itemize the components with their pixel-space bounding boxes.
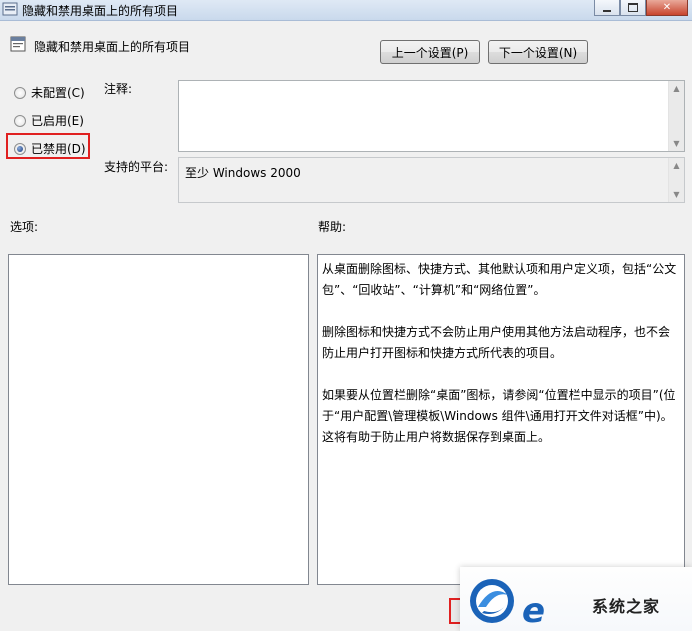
title-bar[interactable]: 隐藏和禁用桌面上的所有项目: [0, 0, 692, 21]
platform-scrollbar[interactable]: ▲ ▼: [668, 158, 684, 202]
scroll-down-arrow-icon[interactable]: ▼: [669, 136, 684, 151]
options-panel: [8, 254, 309, 585]
scroll-up-arrow-icon[interactable]: ▲: [669, 81, 684, 96]
watermark-logo: e 系统之家: [460, 567, 692, 631]
watermark-logo-icon: [470, 579, 514, 623]
help-panel: 从桌面删除图标、快捷方式、其他默认项和用户定义项，包括“公文包”、“回收站”、“…: [317, 254, 685, 585]
help-paragraph: 删除图标和快捷方式不会防止用户使用其他方法启动程序，也不会防止用户打开图标和快捷…: [322, 325, 671, 360]
comment-scrollbar[interactable]: ▲ ▼: [668, 81, 684, 151]
scroll-down-arrow-icon[interactable]: ▼: [669, 187, 684, 202]
platform-label: 支持的平台:: [104, 160, 169, 174]
comment-label: 注释:: [104, 82, 133, 96]
disabled-option-highlight: [6, 133, 90, 159]
watermark-text: 系统之家: [592, 597, 661, 616]
help-paragraph: 如果要从位置栏删除“桌面”图标，请参阅“位置栏中显示的项目”(位于“用户配置\管…: [322, 388, 676, 444]
radio-enabled[interactable]: 已启用(E): [14, 112, 84, 129]
window-title: 隐藏和禁用桌面上的所有项目: [22, 4, 179, 18]
policy-name: 隐藏和禁用桌面上的所有项目: [34, 40, 191, 54]
maximize-button[interactable]: [620, 0, 646, 16]
policy-setting-icon: [10, 36, 26, 52]
close-button[interactable]: [646, 0, 688, 16]
comment-textarea[interactable]: ▲ ▼: [178, 80, 685, 152]
minimize-button[interactable]: [594, 0, 620, 16]
options-label: 选项:: [10, 220, 39, 234]
policy-window-icon: [2, 2, 18, 16]
radio-not-configured-circle[interactable]: [14, 86, 26, 99]
help-label: 帮助:: [318, 220, 347, 234]
help-paragraph: 从桌面删除图标、快捷方式、其他默认项和用户定义项，包括“公文包”、“回收站”、“…: [322, 262, 677, 297]
platform-value: 至少 Windows 2000: [185, 166, 301, 180]
radio-not-configured[interactable]: 未配置(C): [14, 84, 85, 101]
scroll-up-arrow-icon[interactable]: ▲: [669, 158, 684, 173]
radio-not-configured-label: 未配置(C): [31, 86, 85, 100]
next-setting-button[interactable]: 下一个设置(N): [488, 40, 588, 64]
platform-field: 至少 Windows 2000 ▲ ▼: [178, 157, 685, 203]
previous-setting-button[interactable]: 上一个设置(P): [380, 40, 480, 64]
radio-enabled-label: 已启用(E): [31, 114, 84, 128]
watermark-e-glyph: e: [522, 591, 546, 631]
radio-enabled-circle[interactable]: [14, 114, 26, 127]
